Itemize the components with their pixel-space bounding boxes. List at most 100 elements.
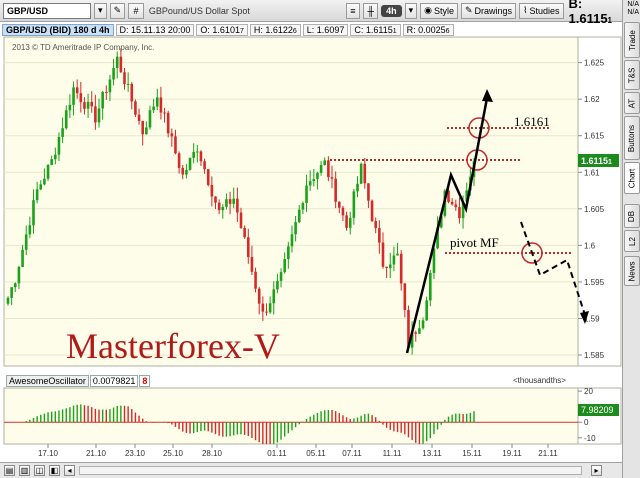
time-tick-label: 05.11 [306,449,326,458]
candle-body [254,271,257,289]
zoom-in-icon: ▥ [20,466,29,475]
candle-body [192,151,195,158]
zoom-out-button[interactable]: ▤ [4,465,15,476]
candle-body [104,91,108,93]
price-tick-label: 1.625 [584,59,605,68]
candle-body [312,179,316,182]
scroll-left-icon: ◂ [67,466,72,475]
candle-body [46,164,50,179]
candle-body [392,255,396,265]
candle-body [385,266,388,269]
oscillator-value-text: 7.98209 [581,405,614,415]
candle-body [319,164,323,173]
price-tick-label: 1.6 [584,241,596,250]
candle-body [272,289,276,304]
time-tick-label: 01.11 [267,449,287,458]
candle-body [97,108,101,123]
candle-body [352,191,356,218]
current-price-small: 1 [608,159,612,166]
candle-body [236,198,239,213]
candle-body [210,184,214,197]
oscillator-header: AwesomeOscillator 0.0079821 8 [6,375,151,387]
candle-body [345,215,348,228]
current-price-text: 1.61151 [581,156,612,166]
zoom-out-icon: ▤ [5,466,14,475]
candle-body [297,209,301,223]
oscillator-units: <thousandths> [513,376,566,385]
candle-body [68,104,72,111]
candle-body [123,72,126,85]
candle-body [155,97,159,107]
candle-body [206,169,210,185]
fit-icon: ◫ [35,466,44,475]
candle-body [421,320,425,329]
candle-body [330,177,334,179]
oscillator-panel [3,387,579,445]
candle-body [126,83,130,85]
candle-body [458,207,461,219]
candle-body [57,136,61,155]
candle-body [94,106,97,123]
candle-body [359,163,363,184]
time-tick-label: 13.11 [422,449,442,458]
price-tick-label: 1.62 [584,95,600,104]
current-price-value: 1.6115 [581,156,608,166]
candle-body [174,136,177,154]
candle-body [261,303,265,312]
time-tick-label: 07.11 [342,449,362,458]
scroll-left-button[interactable]: ◂ [64,465,75,476]
copyright-watermark: 2013 © TD Ameritrade IP Company, Inc. [12,43,154,52]
candle-body [374,221,378,229]
candle-body [418,328,421,334]
candle-body [43,178,46,185]
candle-body [363,163,367,184]
candle-body [225,199,228,207]
candle-body [337,201,341,208]
candle-body [90,101,94,107]
candle-body [21,249,24,268]
candle-body [170,133,174,137]
reset-button[interactable]: ◧ [49,465,60,476]
chart-canvas[interactable]: 20 0 -10 1.625 1.62 1.615 1.61 1.605 1.6 1.595 1.… [0,0,640,478]
candle-body [276,280,279,290]
candle-body [239,212,243,228]
zoom-in-button[interactable]: ▥ [19,465,30,476]
candle-body [166,112,170,134]
candle-body [283,259,286,273]
fit-button[interactable]: ◫ [34,465,45,476]
candle-body [334,178,337,202]
candle-body [134,101,137,115]
candle-body [10,287,13,298]
candle-body [323,160,327,165]
candle-body [396,253,399,256]
candle-body [54,154,57,160]
osc-tick-label: -10 [584,434,596,443]
candle-body [145,127,148,135]
candle-body [257,288,261,304]
time-scrollbar[interactable] [79,466,582,475]
candle-body [403,283,407,310]
candle-body [130,83,134,102]
candle-body [287,246,290,260]
candle-body [217,202,221,211]
time-tick-label: 25.10 [163,449,184,458]
oscillator-name[interactable]: AwesomeOscillator [6,375,89,387]
scroll-right-button[interactable]: ▸ [591,465,602,476]
candle-body [188,157,192,170]
oscillator-close-button[interactable]: 8 [139,375,151,387]
candle-body [450,201,454,205]
time-tick-label: 28.10 [202,449,223,458]
candle-body [290,234,294,247]
candle-body [243,227,246,238]
candle-body [348,217,352,228]
price-tick-label: 1.61 [584,168,600,177]
time-tick-label: 23.10 [125,449,146,458]
candle-body [101,91,104,109]
candle-body [141,120,145,135]
candle-body [399,253,403,284]
candle-body [13,283,17,288]
candle-body [429,272,432,301]
level-label: 1.6161 [514,114,550,129]
candle-body [250,256,254,272]
oscillator-value: 0.0079821 [89,375,139,387]
